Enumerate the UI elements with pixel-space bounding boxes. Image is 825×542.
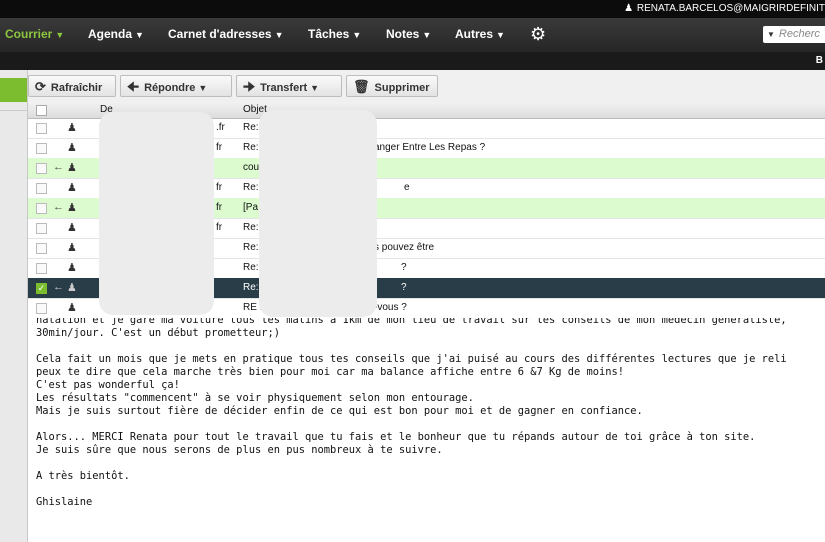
row-checkbox[interactable]: ✓ [36,283,47,294]
row-subject: Re:? [243,282,407,293]
contact-icon: ♟ [67,162,77,174]
main-nav: Courrier ▼ Agenda ▼ Carnet d'adresses ▼ Tâc… [0,18,825,52]
chevron-down-icon: ▼ [55,30,65,40]
nav-agenda[interactable]: Agenda ▼ [88,27,144,41]
chevron-down-icon: ▼ [422,30,432,40]
row-from: fr [216,222,223,233]
contact-icon: ♟ [67,302,77,314]
chevron-down-icon: ▼ [310,83,320,93]
row-subject: Re: e [243,182,410,193]
nav-label: Autres [455,27,494,41]
replied-arrow-icon: ← [53,281,64,293]
chevron-down-icon: ▼ [352,30,362,40]
toolbar: ⟳ Rafraîchir 🠈 Répondre ▼ 🠊 Transfert ▼ 🗑 Supp… [28,70,825,103]
nav-label: Tâches [308,27,350,41]
contact-icon: ♟ [67,242,77,254]
nav-label: Notes [386,27,420,41]
chevron-down-icon: ▼ [198,83,208,93]
message-preview: natation et je gare ma voiture tous les … [28,318,825,542]
user-account[interactable]: ♟ RENATA.BARCELOS@MAIGRIRDEFINIT [624,3,825,14]
folder-selected-indicator[interactable] [0,78,27,102]
search-input[interactable]: ▼ Recherc [763,26,825,43]
row-from: fr [216,142,223,153]
gear-icon[interactable]: ⚙ [530,24,546,45]
row-from: fr [216,202,223,213]
replied-arrow-icon: ← [53,201,64,213]
row-subject-tail: ? [401,262,407,273]
contact-icon: ♟ [67,182,77,194]
search-scope-dropdown-icon[interactable]: ▼ [767,30,775,39]
nav-autres[interactable]: Autres ▼ [455,27,505,41]
row-subject-tail: ? [401,282,407,293]
contact-icon: ♟ [67,222,77,234]
chevron-down-icon: ▼ [274,30,284,40]
top-bar: ♟ RENATA.BARCELOS@MAIGRIRDEFINIT [0,0,825,18]
nav-carnet[interactable]: Carnet d'adresses ▼ [168,27,284,41]
contact-icon: ♟ [67,122,77,134]
row-checkbox[interactable] [36,243,47,254]
row-subject: [Pa [243,202,259,213]
reply-button[interactable]: 🠈 Répondre ▼ [120,75,232,97]
row-checkbox[interactable] [36,303,47,314]
select-all-checkbox[interactable] [36,105,47,116]
forward-button[interactable]: 🠊 Transfert ▼ [236,75,342,97]
nav-label: Courrier [5,27,53,41]
chevron-down-icon: ▼ [496,30,505,40]
sub-bar-label: B [815,55,823,66]
row-subject-tail: e [404,182,410,193]
row-checkbox[interactable] [36,123,47,134]
forward-label: Transfert [260,82,308,94]
refresh-label: Rafraîchir [50,82,103,94]
nav-taches[interactable]: Tâches ▼ [308,27,361,41]
contact-icon: ♟ [67,142,77,154]
row-subject: Re: [243,222,259,233]
row-subject: cou [243,162,260,173]
redaction-from [99,112,214,315]
row-checkbox[interactable] [36,183,47,194]
reply-label: Répondre [144,82,196,94]
nav-courrier[interactable]: Courrier ▼ [5,27,64,41]
user-email: RENATA.BARCELOS@MAIGRIRDEFINIT [636,3,825,14]
refresh-button[interactable]: ⟳ Rafraîchir [28,75,116,97]
row-checkbox[interactable] [36,163,47,174]
row-checkbox[interactable] [36,143,47,154]
forward-arrow-icon: 🠊 [243,79,256,94]
folder-pane [0,70,28,542]
chevron-down-icon: ▼ [135,30,144,40]
reply-arrow-icon: 🠈 [127,79,140,94]
contact-icon: ♟ [67,202,77,214]
nav-notes[interactable]: Notes ▼ [386,27,431,41]
row-checkbox[interactable] [36,263,47,274]
redaction-subject [259,110,377,317]
row-subject: Re: [243,122,259,133]
sub-bar: B [0,52,825,70]
nav-label: Carnet d'adresses [168,27,272,41]
trash-icon: 🗑 [353,79,370,94]
row-subject: Re: s pouvez être [243,242,435,253]
nav-label: Agenda [88,27,133,41]
row-subject: Re: anger Entre Les Repas ? [243,142,486,153]
delete-label: Supprimer [374,82,430,94]
search-placeholder: Recherc [778,28,820,40]
replied-arrow-icon: ← [53,161,64,173]
row-subject-tail: -vous ? [374,302,407,313]
divider [0,110,27,111]
row-from: .fr [216,122,225,133]
row-checkbox[interactable] [36,203,47,214]
row-subject-tail: anger Entre Les Repas ? [374,142,486,153]
message-body: natation et je gare ma voiture tous les … [36,318,787,508]
contact-icon: ♟ [67,262,77,274]
row-from: fr [216,182,223,193]
row-subject-tail: s pouvez être [374,242,435,253]
row-subject: Re:? [243,262,407,273]
user-icon: ♟ [624,3,634,14]
contact-icon: ♟ [67,282,77,294]
delete-button[interactable]: 🗑 Supprimer [346,75,438,97]
refresh-icon: ⟳ [35,79,46,94]
row-checkbox[interactable] [36,223,47,234]
